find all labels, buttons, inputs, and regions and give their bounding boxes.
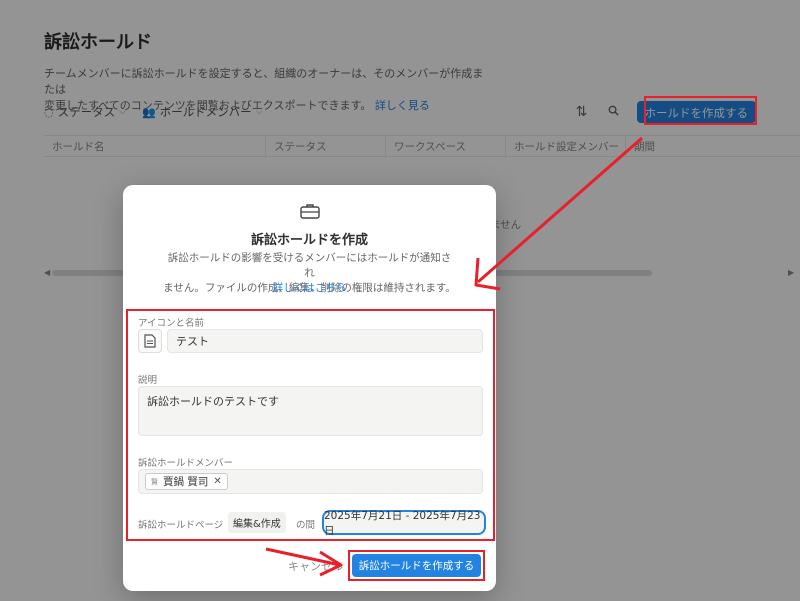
modal-title: 訴訟ホールドを作成	[250, 233, 368, 248]
date-range-input[interactable]: 2025年7月21日 - 2025年7月23日	[322, 510, 486, 537]
close-icon[interactable]: ✕	[213, 476, 221, 487]
members-input[interactable]: 賢 賈鍋 賢司 ✕	[138, 469, 483, 494]
create-litigation-hold-button[interactable]: 訴訟ホールドを作成する	[352, 554, 481, 577]
pages-label: 訴訟ホールドページ	[138, 520, 224, 531]
hold-form: アイコンと名前 テスト 説明 訴訟ホールドのテストです 訴訟ホールドメンバー 賢…	[126, 309, 495, 541]
members-label: 訴訟ホールドメンバー	[138, 458, 234, 469]
pages-scope-dropdown[interactable]: 編集&作成	[228, 512, 286, 533]
icon-name-label: アイコンと名前	[138, 318, 205, 329]
description-label: 説明	[138, 375, 158, 386]
member-tag: 賢 賈鍋 賢司 ✕	[145, 473, 228, 490]
page-icon-picker[interactable]	[138, 329, 162, 353]
hold-name-input[interactable]: テスト	[167, 329, 483, 353]
create-button-highlight-box	[644, 96, 757, 125]
description-textarea[interactable]: 訴訟ホールドのテストです	[138, 386, 483, 436]
create-hold-modal: 訴訟ホールドを作成 訴訟ホールドの影響を受けるメンバーにはホールドが通知され ま…	[123, 185, 496, 591]
between-label: の間	[296, 520, 316, 531]
briefcase-icon	[123, 203, 496, 223]
document-icon	[144, 334, 156, 348]
modal-description-line1: 訴訟ホールドの影響を受けるメンバーにはホールドが通知され	[167, 252, 452, 279]
cancel-button[interactable]: キャンセル	[288, 558, 343, 574]
avatar: 賢	[151, 477, 158, 486]
modal-learn-more-link[interactable]: 詳しくはこちら	[123, 280, 496, 295]
member-tag-label: 賈鍋 賢司	[163, 476, 209, 488]
